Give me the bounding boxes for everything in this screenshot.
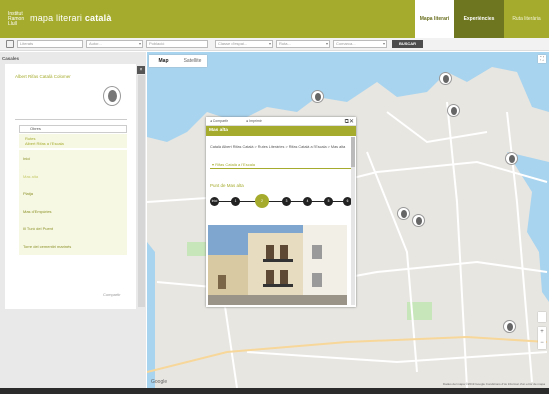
panel-label: Casales bbox=[2, 56, 20, 61]
search-field-classe-espai[interactable]: Classe d'espai... ▾ bbox=[215, 40, 273, 48]
tab-satellite[interactable]: Satellite bbox=[178, 55, 207, 67]
route-step[interactable]: Inici bbox=[210, 197, 219, 206]
breadcrumb[interactable]: Català Albert Rifas Català > Rutes Liter… bbox=[210, 145, 350, 150]
search-field-ruta[interactable]: Ruta... ▾ bbox=[276, 40, 330, 48]
divider bbox=[15, 119, 127, 120]
search-field-literats[interactable]: Literats bbox=[17, 40, 83, 48]
author-portrait bbox=[103, 86, 121, 106]
location-photo bbox=[208, 225, 347, 305]
author-map-marker[interactable] bbox=[447, 104, 460, 117]
zoom-out-button[interactable]: − bbox=[538, 338, 546, 349]
nav-tab-mapa-literari[interactable]: Mapa literari bbox=[415, 0, 454, 38]
route-stepper: Inici 1 2 3 4 5 6 bbox=[210, 194, 352, 210]
share-button[interactable]: ◂ Compartir bbox=[210, 119, 228, 123]
route-list: Rutes Albert Rifas a l'Escala Inici Mas … bbox=[19, 134, 127, 255]
list-item[interactable]: Ill Turó del Puent bbox=[19, 220, 127, 238]
map-credits[interactable]: Dades del mapa ©2019 Google Condicions d… bbox=[443, 382, 545, 386]
author-map-marker[interactable] bbox=[412, 214, 425, 227]
list-item[interactable]: Torre del cementiri marinés bbox=[19, 238, 127, 256]
popup-toolbar: ◂ Compartir ● Imprimir ⧉✕ bbox=[206, 117, 356, 126]
chevron-down-icon: ▾ bbox=[212, 162, 215, 167]
print-button[interactable]: ● Imprimir bbox=[246, 119, 262, 123]
search-field-poblacio[interactable]: Població bbox=[146, 40, 208, 48]
fullscreen-icon[interactable]: ⛶ bbox=[538, 55, 546, 63]
street-view-icon[interactable] bbox=[538, 312, 546, 322]
share-link[interactable]: Compartir bbox=[103, 292, 121, 297]
route-step[interactable]: 5 bbox=[324, 197, 333, 206]
route-step[interactable]: 4 bbox=[303, 197, 312, 206]
location-popup: ◂ Compartir ● Imprimir ⧉✕ Mas alta Catal… bbox=[206, 117, 356, 307]
chevron-down-icon: ▾ bbox=[382, 41, 385, 46]
map-type-control: Map Satellite bbox=[149, 55, 207, 67]
author-map-marker[interactable] bbox=[311, 90, 324, 103]
ramon-llull-logo[interactable]: Institut Ramon Llull bbox=[8, 12, 26, 27]
route-step[interactable]: 3 bbox=[282, 197, 291, 206]
left-panel: Casales × Albert Rifas Català Colomer Ob… bbox=[0, 52, 146, 388]
popup-window-controls: ⧉✕ bbox=[345, 118, 354, 126]
list-item[interactable]: Platja bbox=[19, 185, 127, 203]
route-step-active[interactable]: 2 bbox=[255, 194, 269, 208]
nav-tab-ruta-literaria[interactable]: Ruta literària bbox=[504, 0, 549, 38]
route-points: Inici Mas alta Platja Mas d'Empúries Ill… bbox=[19, 150, 127, 255]
panel-scrollbar[interactable] bbox=[138, 75, 145, 307]
route-step[interactable]: 1 bbox=[231, 197, 240, 206]
sea-area-left bbox=[147, 242, 155, 388]
close-icon[interactable]: ✕ bbox=[349, 119, 354, 125]
site-title[interactable]: mapa literari català bbox=[30, 13, 112, 23]
search-bar: Literats Autor... ▾ Població Classe d'esp… bbox=[0, 38, 549, 51]
author-card: Albert Rifas Català Colomer Obres Rutes … bbox=[5, 64, 136, 309]
author-map-marker[interactable] bbox=[503, 320, 516, 333]
popup-title: Mas alta bbox=[206, 126, 356, 136]
app-header: Institut Ramon Llull mapa literari catal… bbox=[0, 0, 549, 38]
list-item[interactable]: Inici bbox=[19, 150, 127, 168]
author-name[interactable]: Albert Rifas Català Colomer bbox=[15, 74, 71, 79]
popup-subtitle: Punt de Mas alta bbox=[210, 183, 244, 188]
route-field[interactable]: ▾ Rifas Català a l'Escala bbox=[210, 161, 352, 169]
search-field-comarca[interactable]: Comarca... ▾ bbox=[333, 40, 387, 48]
photo-illustration bbox=[208, 225, 347, 305]
chevron-down-icon: ▾ bbox=[268, 41, 271, 46]
park-area bbox=[187, 242, 207, 256]
chevron-down-icon: ▾ bbox=[138, 41, 141, 46]
author-map-marker[interactable] bbox=[505, 152, 518, 165]
list-item[interactable]: Mas d'Empúries bbox=[19, 203, 127, 221]
google-logo: Google bbox=[151, 379, 168, 385]
list-item-route[interactable]: Albert Rifas a l'Escala bbox=[19, 141, 127, 146]
chevron-down-icon: ▾ bbox=[325, 41, 328, 46]
list-item-active[interactable]: Mas alta bbox=[19, 168, 127, 186]
works-select[interactable]: Obres bbox=[19, 125, 127, 133]
search-button[interactable]: BUSCAR bbox=[392, 40, 423, 48]
main-nav: Mapa literari Experiències Ruta literàri… bbox=[415, 0, 549, 38]
zoom-in-button[interactable]: + bbox=[538, 327, 546, 338]
zoom-control: + − bbox=[538, 327, 546, 349]
filter-icon[interactable] bbox=[6, 40, 14, 48]
search-field-autor[interactable]: Autor... ▾ bbox=[86, 40, 143, 48]
route-group: Rutes Albert Rifas a l'Escala bbox=[19, 134, 127, 148]
tab-map[interactable]: Map bbox=[149, 55, 178, 67]
close-panel-button[interactable]: × bbox=[137, 66, 145, 74]
main-road bbox=[147, 335, 548, 373]
page-footer bbox=[0, 388, 549, 394]
nav-tab-experiencies[interactable]: Experiències bbox=[454, 0, 504, 38]
popup-scrollbar[interactable] bbox=[351, 137, 355, 305]
author-map-marker[interactable] bbox=[397, 207, 410, 220]
author-map-marker[interactable] bbox=[439, 72, 452, 85]
